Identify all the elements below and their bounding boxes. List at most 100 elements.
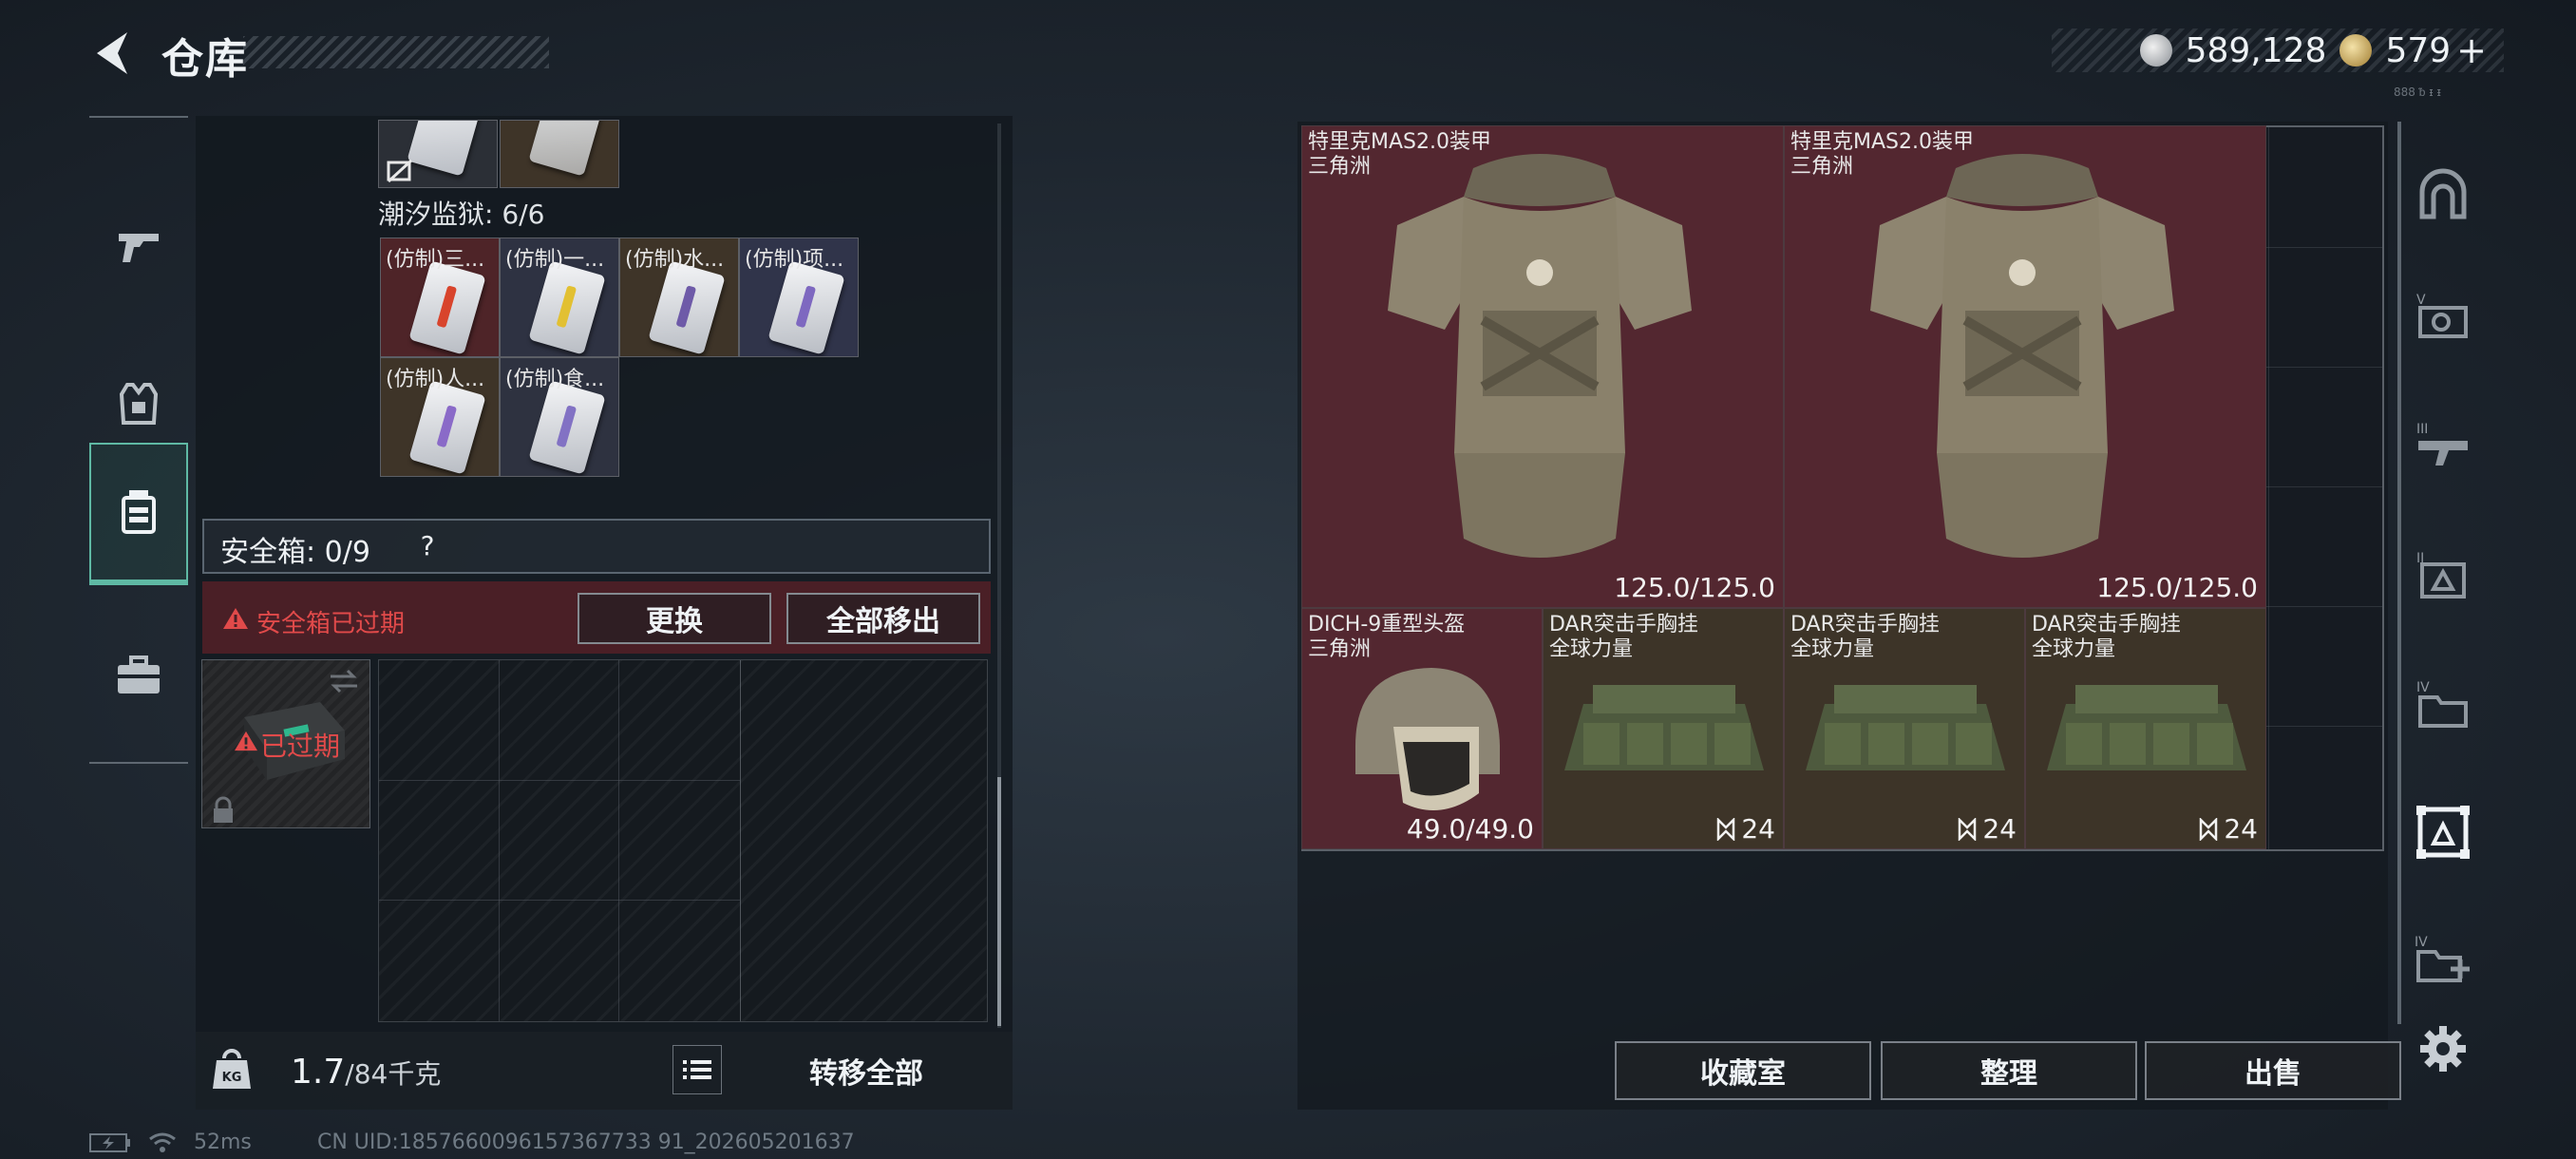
sell-button[interactable]: 出售 xyxy=(2145,1041,2401,1100)
stash-item-rig[interactable]: DAR突击手胸挂 全球力量 24 xyxy=(1543,608,1784,849)
inventory-card-slot[interactable]: (仿制)人... xyxy=(380,357,500,477)
keycard-icon xyxy=(648,260,726,355)
back-arrow-icon xyxy=(97,32,127,74)
keycard-icon xyxy=(528,380,606,475)
body-armor-icon xyxy=(1388,154,1692,558)
lock-icon xyxy=(214,796,233,823)
inventory-card-slot[interactable]: (仿制)项... xyxy=(739,238,859,357)
warning-icon xyxy=(223,608,248,629)
item-durability: 125.0/125.0 xyxy=(1614,572,1775,603)
category-nav xyxy=(89,116,188,764)
item-name: (仿制)食... xyxy=(505,368,605,391)
add-currency-button[interactable]: + xyxy=(2456,29,2487,71)
wifi-icon xyxy=(149,1132,176,1152)
safebox-capacity: 安全箱: 0/9 xyxy=(220,536,370,569)
stash-item-helmet[interactable]: DICH-9重型头盔 三角洲 49.0/49.0 xyxy=(1301,608,1543,849)
version-text: 888 ᵬ ᵻ ᵻ xyxy=(2394,86,2441,99)
rail-divider xyxy=(2397,122,2401,1024)
battery-icon xyxy=(89,1132,130,1152)
svg-text:III: III xyxy=(2416,422,2428,437)
page-title: 仓库 xyxy=(161,35,249,84)
card-icon xyxy=(528,121,606,177)
scrollbar-thumb[interactable] xyxy=(997,777,1001,1026)
settings-button[interactable] xyxy=(2416,1022,2470,1075)
expired-warning: 安全箱已过期 xyxy=(256,610,406,638)
currency-primary-value: 589,128 xyxy=(2185,30,2327,70)
chest-rig-icon xyxy=(1806,685,2005,770)
stash-item-armor[interactable]: 特里克MAS2.0装甲 三角洲 125.0/125.0 xyxy=(1301,125,1784,608)
stash-item-rig[interactable]: DAR突击手胸挂 全球力量 24 xyxy=(1784,608,2025,849)
item-name: 特里克MAS2.0装甲 三角洲 xyxy=(1308,130,1491,179)
rail-stash-iv[interactable]: IV xyxy=(2409,669,2477,737)
item-durability: 125.0/125.0 xyxy=(2096,572,2258,603)
rail-stash-iii[interactable]: III xyxy=(2409,410,2477,479)
item-name: 特里克MAS2.0装甲 三角洲 xyxy=(1790,130,1974,179)
warning-icon xyxy=(235,731,257,751)
item-name: DAR突击手胸挂 全球力量 xyxy=(2032,613,2181,661)
silver-coin-icon xyxy=(2139,34,2172,66)
item-name: (仿制)人... xyxy=(386,368,485,391)
stash-iii-icon: III xyxy=(2416,422,2468,466)
svg-text:IV: IV xyxy=(2415,935,2428,950)
nav-weapons[interactable] xyxy=(89,175,188,317)
weight-icon: KG xyxy=(213,1049,251,1089)
stash-iv-icon: IV xyxy=(2416,680,2468,728)
capacity-icon xyxy=(1959,817,1977,841)
currency-secondary-value: 579 xyxy=(2385,30,2452,70)
currency-bar: 589,128 579 + xyxy=(2052,28,2504,72)
back-button[interactable] xyxy=(84,25,141,82)
item-name: DICH-9重型头盔 三角洲 xyxy=(1308,613,1466,661)
keycard-icon xyxy=(528,260,606,355)
svg-text:V: V xyxy=(2416,293,2426,308)
help-icon[interactable]: ? xyxy=(410,526,445,564)
keycard-icon xyxy=(408,260,486,355)
item-name: (仿制)水... xyxy=(625,248,725,272)
ping-value: 52ms xyxy=(194,1130,252,1154)
chest-rig-icon xyxy=(1564,685,1764,770)
move-all-out-button[interactable]: 全部移出 xyxy=(786,593,980,644)
item-capacity: 24 xyxy=(1716,813,1775,845)
rail-stash-add[interactable]: IV xyxy=(2409,923,2477,992)
stash-v-icon: V xyxy=(2416,293,2468,338)
inventory-card-slot[interactable]: (仿制)三... xyxy=(380,238,500,357)
list-view-button[interactable] xyxy=(672,1045,722,1094)
nav-containers[interactable] xyxy=(89,443,188,585)
item-name: (仿制)三... xyxy=(386,248,485,272)
chest-rig-icon xyxy=(2047,685,2246,770)
container-icon xyxy=(122,490,156,534)
item-name: (仿制)项... xyxy=(745,248,844,272)
capacity-icon xyxy=(2200,817,2218,841)
inventory-card-slot[interactable]: (仿制)食... xyxy=(500,357,619,477)
stash-add-icon: IV xyxy=(2415,935,2470,982)
inventory-card-slot[interactable]: (仿制)一... xyxy=(500,238,619,357)
list-icon xyxy=(683,1060,711,1079)
helmet-icon xyxy=(1355,668,1500,810)
transfer-all-button[interactable]: 转移全部 xyxy=(731,1039,1001,1102)
stash-item-armor[interactable]: 特里克MAS2.0装甲 三角洲 125.0/125.0 xyxy=(1784,125,2266,608)
rail-stash-v[interactable]: V xyxy=(2409,281,2477,350)
rail-stash-active[interactable] xyxy=(2409,798,2477,866)
nav-tools[interactable] xyxy=(89,604,188,747)
rail-home[interactable] xyxy=(2409,160,2477,228)
replace-button[interactable]: 更换 xyxy=(578,593,771,644)
rail-stash-ii[interactable]: II xyxy=(2409,540,2477,608)
capacity-icon xyxy=(1717,817,1735,841)
stash-item-rig[interactable]: DAR突击手胸挂 全球力量 24 xyxy=(2025,608,2266,849)
section-label: 潮汐监狱: 6/6 xyxy=(378,199,545,230)
keycard-icon xyxy=(767,260,845,355)
vest-icon xyxy=(119,383,159,425)
collection-room-button[interactable]: 收藏室 xyxy=(1615,1041,1871,1100)
weight-display: 1.7/84千克 xyxy=(291,1053,441,1092)
gold-coin-icon xyxy=(2339,34,2373,66)
item-capacity: 24 xyxy=(2199,813,2258,845)
gear-icon xyxy=(2420,1026,2466,1072)
safebox-grid[interactable] xyxy=(378,659,988,1022)
inventory-slot[interactable] xyxy=(378,120,498,188)
title-decoration xyxy=(243,36,549,68)
item-durability: 49.0/49.0 xyxy=(1406,813,1534,845)
sort-button[interactable]: 整理 xyxy=(1881,1041,2137,1100)
stash-active-icon xyxy=(2416,806,2470,859)
inventory-slot[interactable] xyxy=(500,120,619,188)
inventory-card-slot[interactable]: (仿制)水... xyxy=(619,238,739,357)
swap-icon[interactable] xyxy=(327,667,361,695)
